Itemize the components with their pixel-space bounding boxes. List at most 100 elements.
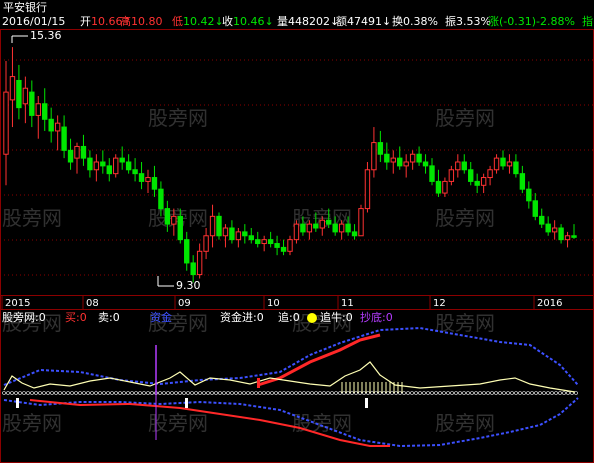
candle-body	[280, 246, 287, 252]
candle-body	[93, 161, 100, 171]
x-axis-label: 11	[341, 298, 354, 309]
candle-body	[493, 157, 500, 171]
candle-body	[371, 142, 377, 171]
candle-body	[203, 235, 209, 252]
candle-body	[267, 239, 274, 245]
candle-body	[571, 235, 577, 238]
candle-body	[551, 227, 558, 233]
quote-field-value: 448202	[288, 15, 330, 28]
x-axis-label: 08	[86, 298, 99, 309]
candle-body	[532, 200, 538, 217]
candle-body	[448, 169, 455, 182]
candle	[216, 212, 222, 240]
candle-body	[248, 235, 254, 241]
candle-body	[209, 215, 216, 237]
quote-field: 涨(-0.31)-2.88%	[488, 15, 575, 28]
watermark: 股旁网	[148, 106, 208, 130]
quote-field: 高10.80	[120, 14, 163, 28]
candle-body	[100, 161, 106, 167]
candle-body	[235, 231, 242, 241]
candle-body	[158, 188, 164, 210]
candle-body	[119, 157, 125, 163]
stock-chart[interactable]: 股旁网 股旁网 股旁网 股旁网 股旁网 股旁网 股旁网 股旁网 股旁网 股旁网 …	[0, 0, 594, 463]
candle-body	[442, 180, 448, 194]
quote-field: 收10.46↓	[222, 14, 274, 28]
candle-body	[480, 177, 487, 186]
candle-body	[42, 103, 48, 120]
candle-body	[384, 153, 390, 163]
indicator-legend-item: 卖:0	[98, 311, 120, 324]
candle	[358, 204, 364, 237]
x-axis-label: 10	[267, 298, 280, 309]
candle-body	[319, 219, 325, 229]
candle-body	[106, 165, 112, 175]
quote-field-value: 0.38%	[403, 15, 438, 28]
indicator-legend-item: 资金进:0	[220, 310, 264, 324]
quote-field: 量448202↓	[277, 15, 339, 28]
candle-body	[506, 161, 513, 167]
buy-tick	[257, 378, 260, 388]
quote-field: 额47491↓	[336, 15, 391, 28]
candle	[113, 154, 119, 178]
candle-body	[409, 153, 416, 163]
high-price-label: 15.36	[30, 29, 62, 42]
quote-fields: 开10.66↑高10.80 低10.42↓收10.46↓ 量448202↓额4749…	[80, 14, 593, 28]
indicator-legend-item: 股旁网:0	[2, 310, 46, 324]
candle-body	[539, 215, 545, 225]
candle-body	[345, 223, 351, 233]
candle-body	[461, 161, 467, 171]
sell-tick	[185, 398, 188, 408]
candle-body	[468, 169, 474, 182]
quote-field-label: 振	[445, 14, 456, 28]
quote-field-label: 涨	[488, 15, 499, 28]
candle-body	[287, 239, 293, 252]
candle-body	[487, 169, 493, 179]
candle-body	[364, 169, 371, 210]
stock-name: 平安银行	[3, 0, 47, 14]
candle-body	[80, 145, 87, 159]
x-axis-label: 09	[178, 298, 191, 309]
x-axis-label: 12	[433, 298, 446, 309]
candle-body	[338, 223, 345, 233]
quote-field-value: 3.53%	[456, 15, 491, 28]
candle-body	[54, 122, 61, 132]
candle-body	[564, 235, 571, 241]
candle-body	[403, 161, 409, 167]
candle-body	[222, 227, 229, 237]
candle-body	[29, 91, 35, 116]
low-price-label: 9.30	[176, 279, 201, 292]
candle-body	[164, 208, 171, 225]
quote-field-label: 低	[172, 15, 183, 28]
candle-body	[416, 153, 422, 163]
candle-body	[113, 157, 119, 175]
candle-body	[351, 231, 358, 237]
candle-body	[306, 223, 313, 233]
x-axis-label: 2016	[537, 298, 562, 309]
candle-body	[545, 223, 551, 233]
quote-field-value: 指	[582, 14, 593, 28]
candle-body	[216, 215, 222, 237]
candle-body	[358, 208, 364, 237]
quote-field: 低10.42↓	[172, 15, 224, 28]
candle-body	[35, 103, 41, 116]
candle-body	[558, 227, 564, 241]
watermark: 股旁网	[435, 411, 495, 435]
indicator-legend-item: 资金	[150, 310, 172, 324]
candle-body	[474, 180, 480, 186]
candle-body	[138, 173, 145, 182]
watermark: 股旁网	[292, 411, 352, 435]
candle-body	[61, 126, 67, 151]
candle-body	[242, 231, 248, 237]
candle-body	[397, 157, 403, 167]
candle-body	[145, 177, 151, 182]
candle-body	[455, 161, 461, 171]
candle-body	[22, 87, 29, 105]
candle-body	[435, 180, 442, 194]
quote-field-value: 10.66	[91, 15, 123, 28]
candle-body	[3, 91, 9, 155]
candle-body	[377, 142, 384, 155]
quote-field-value: 10.46	[233, 15, 265, 28]
quote-field-label: 换	[392, 14, 403, 28]
candle-body	[526, 188, 532, 202]
candle-body	[261, 239, 267, 245]
